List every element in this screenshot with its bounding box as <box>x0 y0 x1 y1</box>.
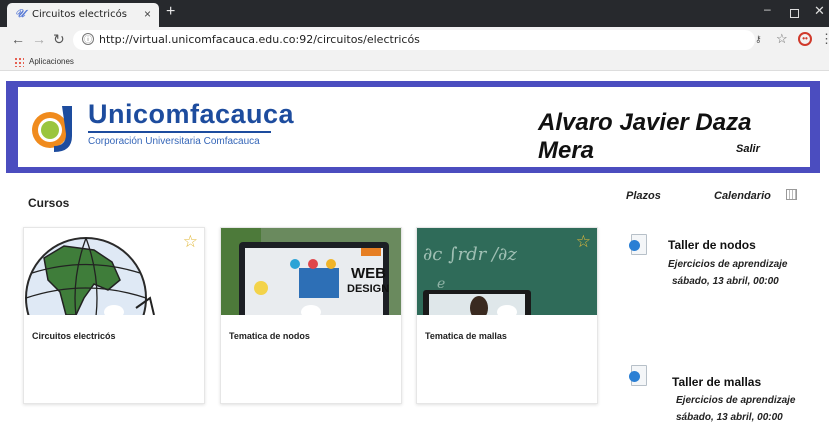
course-title[interactable]: Tematica de nodos <box>229 331 310 341</box>
event-type: Ejercicios de aprendizaje <box>676 395 796 406</box>
header-banner: Unicomfacauca Corporación Universitaria … <box>6 81 820 173</box>
address-bar[interactable]: ⓘ http://virtual.unicomfacauca.edu.co:92… <box>73 30 755 50</box>
tab-title: Circuitos electricós <box>32 9 127 20</box>
svg-text:e: e <box>437 276 445 292</box>
assignment-document-icon <box>629 365 647 386</box>
extension-icon[interactable]: •• <box>798 32 812 46</box>
calendar-icon[interactable] <box>786 189 797 200</box>
bookmarks-bar: Aplicaciones <box>0 53 829 71</box>
key-icon[interactable]: ⚷ <box>755 34 762 45</box>
event-title[interactable]: Taller de mallas <box>672 375 761 389</box>
assignment-document-icon <box>629 234 647 255</box>
logo-underline <box>88 131 271 133</box>
url-text[interactable]: http://virtual.unicomfacauca.edu.co:92/c… <box>99 33 420 46</box>
card-indicator <box>104 305 124 319</box>
site-favicon-icon: 𝒰 <box>15 8 25 20</box>
event-date: sábado, 13 abril, 00:00 <box>672 276 779 287</box>
logout-link[interactable]: Salir <box>736 143 760 155</box>
header-content: Unicomfacauca Corporación Universitaria … <box>18 87 810 167</box>
course-image-chalkboard[interactable]: ∂c ∫rdr /∂z e <box>417 228 597 315</box>
course-image-web-design[interactable]: WEB DESIGN <box>221 228 401 315</box>
apps-grid-icon[interactable] <box>14 57 24 67</box>
svg-text:∂c ∫rdr /∂z: ∂c ∫rdr /∂z <box>423 244 517 265</box>
course-card-circuitos[interactable]: ☆ Circuitos electricós <box>23 227 205 404</box>
user-name: Alvaro Javier Daza Mera <box>538 109 752 164</box>
event-type: Ejercicios de aprendizaje <box>668 259 788 270</box>
info-icon[interactable]: ⓘ <box>82 33 94 45</box>
reload-icon[interactable]: ↻ <box>53 31 65 48</box>
favorite-star-icon[interactable]: ☆ <box>183 232 198 252</box>
apps-bookmark[interactable]: Aplicaciones <box>29 57 74 66</box>
logo-subtitle: Corporación Universitaria Comfacauca <box>88 136 260 147</box>
maximize-icon[interactable] <box>790 9 799 18</box>
svg-text:WEB: WEB <box>351 265 386 282</box>
forward-arrow-icon[interactable]: → <box>32 31 46 47</box>
course-title[interactable]: Tematica de mallas <box>425 331 507 341</box>
logo-name: Unicomfacauca <box>88 99 295 129</box>
minimize-icon[interactable]: – <box>764 2 771 16</box>
event-date: sábado, 13 abril, 00:00 <box>676 412 783 423</box>
browser-toolbar: ← → ↻ ⓘ http://virtual.unicomfacauca.edu… <box>0 27 829 53</box>
browser-tab-bar: 𝒰 Circuitos electricós × + – ✕ <box>0 0 829 27</box>
calendar-link[interactable]: Calendario <box>714 190 771 202</box>
course-card-mallas[interactable]: ∂c ∫rdr /∂z e ☆ Tematica de mallas <box>416 227 598 404</box>
back-arrow-icon[interactable]: ← <box>11 31 25 47</box>
browser-tab[interactable]: 𝒰 Circuitos electricós × <box>7 3 159 27</box>
window-close-icon[interactable]: ✕ <box>814 3 825 19</box>
svg-text:DESIGN: DESIGN <box>347 283 389 295</box>
card-indicator <box>301 305 321 319</box>
course-title[interactable]: Circuitos electricós <box>32 331 116 341</box>
course-image-globe[interactable] <box>24 228 204 315</box>
favorite-star-icon[interactable]: ☆ <box>576 232 591 252</box>
more-menu-icon[interactable]: ⋮ <box>820 31 829 47</box>
courses-heading: Cursos <box>28 196 70 210</box>
event-title[interactable]: Taller de nodos <box>668 238 756 252</box>
deadlines-heading: Plazos <box>626 190 661 202</box>
card-indicator <box>497 305 517 319</box>
logo-icon[interactable] <box>28 96 88 156</box>
bookmark-star-icon[interactable]: ☆ <box>776 31 788 47</box>
tab-close-icon[interactable]: × <box>144 7 151 21</box>
new-tab-button[interactable]: + <box>166 3 175 21</box>
course-card-nodos[interactable]: WEB DESIGN Tematica de nodos <box>220 227 402 404</box>
